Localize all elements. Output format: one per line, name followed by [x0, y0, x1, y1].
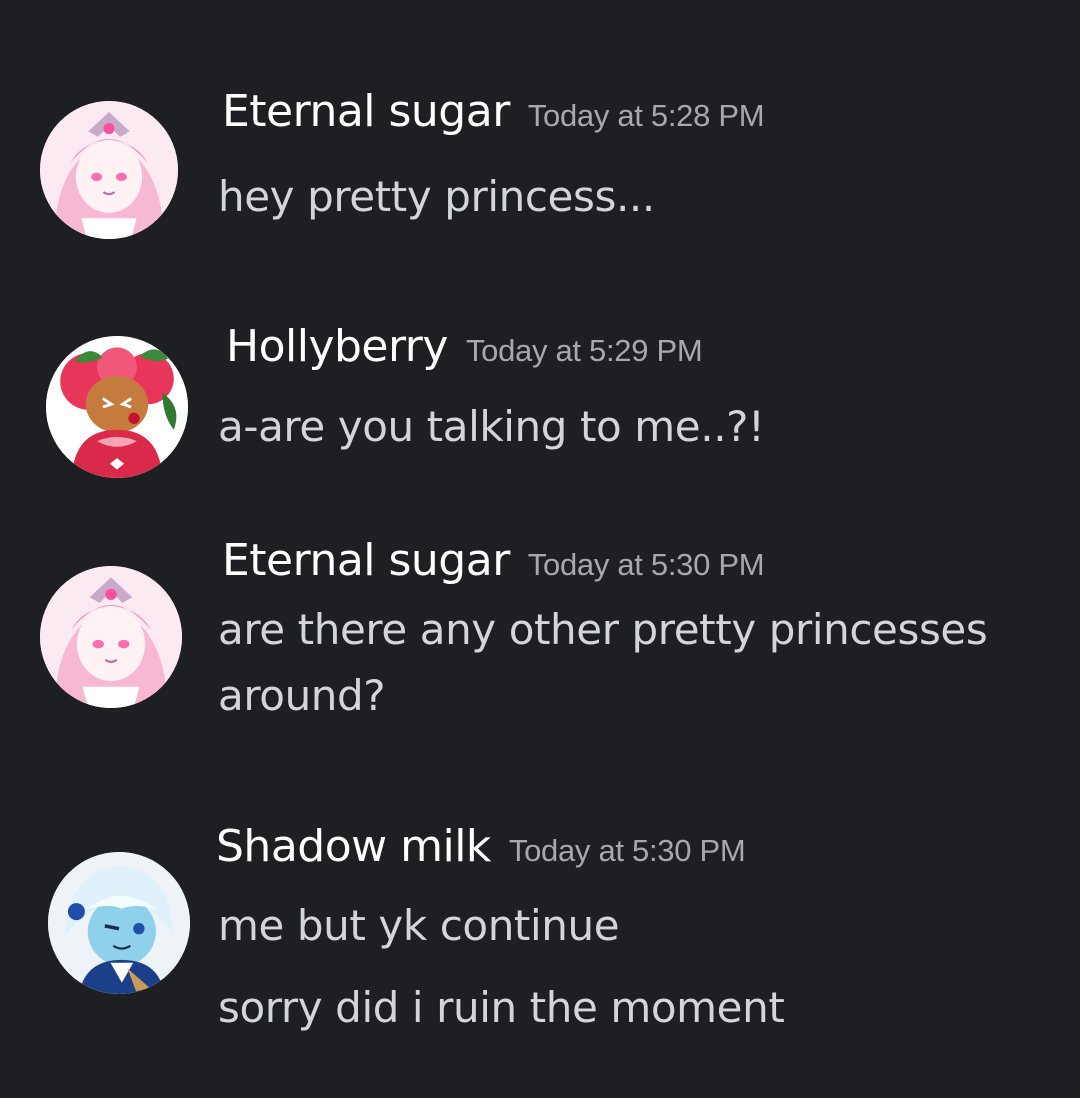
username[interactable]: Shadow milk	[216, 821, 491, 872]
message-line: around?	[218, 671, 386, 720]
message-text: a-are you talking to me..?!	[218, 394, 765, 460]
timestamp: Today at 5:28 PM	[527, 98, 765, 133]
hollyberry-avatar[interactable]	[46, 336, 188, 478]
message-line: me but yk continue	[218, 901, 620, 950]
eternal-sugar-avatar[interactable]	[40, 101, 178, 239]
message-line: hey pretty princess...	[218, 172, 655, 221]
message-line: sorry did i ruin the moment	[218, 983, 785, 1032]
eternal-sugar-avatar[interactable]	[40, 566, 182, 708]
username[interactable]: Hollyberry	[226, 321, 448, 372]
timestamp: Today at 5:30 PM	[508, 833, 746, 868]
shadow-milk-avatar[interactable]	[48, 852, 190, 994]
timestamp: Today at 5:29 PM	[465, 333, 703, 368]
message-text: hey pretty princess...	[218, 164, 655, 230]
message-line: a-are you talking to me..?!	[218, 402, 765, 451]
username[interactable]: Eternal sugar	[222, 535, 510, 586]
timestamp: Today at 5:30 PM	[527, 547, 765, 582]
message-line: are there any other pretty princesses	[218, 605, 988, 654]
message-text: me but yk continue sorry did i ruin the …	[218, 893, 785, 1041]
message-text: are there any other pretty princesses ar…	[218, 597, 988, 729]
username[interactable]: Eternal sugar	[222, 86, 510, 137]
